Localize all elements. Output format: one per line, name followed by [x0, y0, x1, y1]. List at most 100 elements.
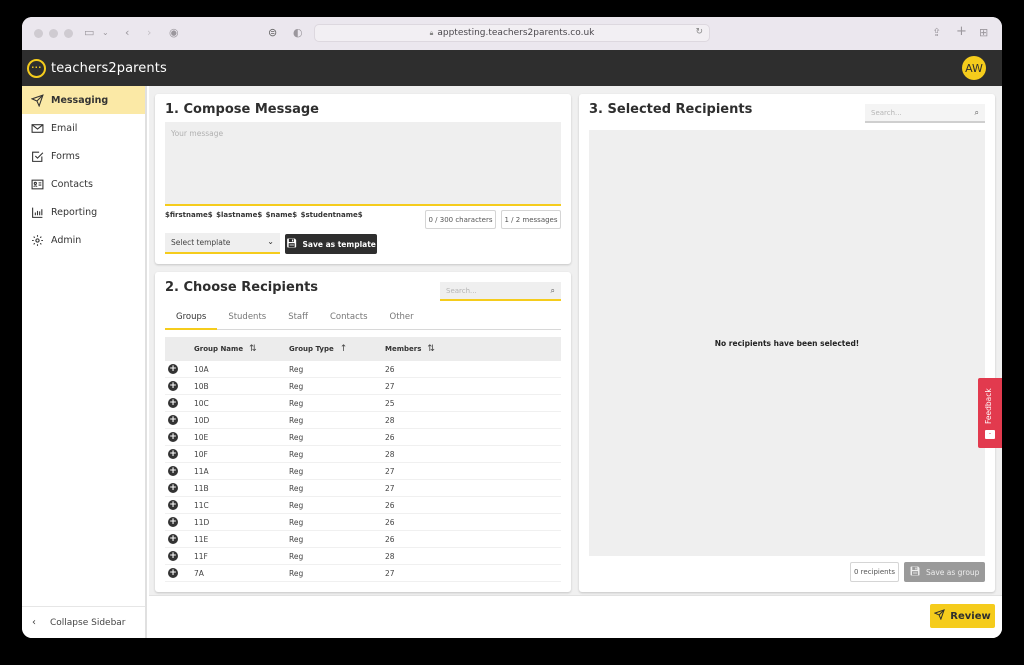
add-group-icon[interactable]: +: [168, 483, 178, 493]
search-icon[interactable]: ⌕: [551, 286, 555, 296]
sidebar-toggle-icon[interactable]: ▭: [84, 26, 94, 39]
add-group-icon[interactable]: +: [168, 398, 178, 408]
add-group-icon[interactable]: +: [168, 551, 178, 561]
review-button[interactable]: Review: [930, 604, 995, 628]
sort-ascending-icon[interactable]: ↑: [340, 344, 348, 354]
message-count: 1 / 2 messages: [501, 210, 561, 229]
tab-other[interactable]: Other: [379, 312, 425, 330]
members-cell: 26: [385, 433, 395, 442]
zoom-window-button[interactable]: [64, 29, 73, 38]
tab-groups[interactable]: Groups: [165, 312, 218, 330]
table-row: +11C Reg 26: [165, 497, 561, 514]
members-cell: 28: [385, 552, 395, 561]
group-type-cell: Reg: [289, 382, 304, 391]
send-icon: [933, 609, 946, 623]
sidebar-item-forms[interactable]: Forms: [22, 142, 145, 170]
save-icon: 💾︎: [286, 239, 298, 249]
chevron-down-icon[interactable]: ⌄: [102, 28, 109, 37]
feedback-tab[interactable]: Feedback ᵕ: [978, 378, 1002, 448]
group-type-cell: Reg: [289, 433, 304, 442]
close-window-button[interactable]: [34, 29, 43, 38]
group-type-cell: Reg: [289, 535, 304, 544]
sidebar-item-contacts[interactable]: Contacts: [22, 170, 145, 198]
save-icon: 💾︎: [909, 567, 921, 577]
lock-icon: 🔒︎: [429, 28, 434, 37]
address-bar[interactable]: 🔒︎ apptesting.teachers2parents.co.uk ↻: [314, 24, 710, 42]
new-tab-icon[interactable]: +: [956, 24, 967, 39]
send-icon: [30, 93, 44, 107]
add-group-icon[interactable]: +: [168, 500, 178, 510]
tab-staff[interactable]: Staff: [277, 312, 319, 330]
table-row: +10F Reg 28: [165, 446, 561, 463]
feedback-label: Feedback: [984, 388, 993, 424]
selected-recipients-title: 3. Selected Recipients: [589, 102, 753, 117]
sidebar: Messaging Email Forms Contacts Reporting: [22, 86, 147, 638]
message-input[interactable]: Your message: [165, 122, 561, 206]
add-group-icon[interactable]: +: [168, 364, 178, 374]
add-group-icon[interactable]: +: [168, 415, 178, 425]
search-placeholder: Search...: [446, 286, 477, 295]
share-icon[interactable]: ⇪: [932, 26, 941, 39]
group-type-cell: Reg: [289, 501, 304, 510]
column-label: Group Name: [194, 345, 244, 353]
chevron-down-icon: ⌄: [267, 237, 274, 246]
url-text: apptesting.teachers2parents.co.uk: [437, 28, 595, 38]
sort-icon[interactable]: ⇅: [427, 344, 435, 354]
add-group-icon[interactable]: +: [168, 381, 178, 391]
save-as-group-button[interactable]: 💾︎ Save as group: [904, 562, 985, 582]
collapse-sidebar-button[interactable]: ‹ Collapse Sidebar: [22, 606, 145, 638]
template-select[interactable]: Select template ⌄: [165, 233, 280, 254]
reload-icon[interactable]: ↻: [695, 27, 703, 37]
save-as-group-label: Save as group: [925, 567, 980, 577]
user-avatar[interactable]: AW: [962, 56, 986, 80]
column-group-type[interactable]: Group Type ↑: [289, 344, 347, 354]
add-group-icon[interactable]: +: [168, 432, 178, 442]
window-controls: [34, 29, 73, 38]
group-name-cell: 10D: [194, 416, 210, 425]
column-members[interactable]: Members ⇅: [385, 344, 435, 354]
privacy-icon[interactable]: ⊜: [268, 26, 277, 39]
group-type-cell: Reg: [289, 484, 304, 493]
sidebar-item-email[interactable]: Email: [22, 114, 145, 142]
add-group-icon[interactable]: +: [168, 466, 178, 476]
group-type-cell: Reg: [289, 416, 304, 425]
tab-students[interactable]: Students: [217, 312, 277, 330]
site-icon: ◉: [169, 26, 179, 39]
recipients-search-input[interactable]: Search... ⌕: [440, 282, 561, 301]
sidebar-item-label: Reporting: [51, 206, 98, 218]
sort-icon[interactable]: ⇅: [249, 344, 257, 354]
add-group-icon[interactable]: +: [168, 534, 178, 544]
back-icon[interactable]: ‹: [125, 26, 129, 39]
shield-icon[interactable]: ◐: [293, 26, 303, 39]
main-content: 1. Compose Message Your message $firstna…: [149, 86, 1002, 638]
empty-state-message: No recipients have been selected!: [714, 338, 860, 348]
add-group-icon[interactable]: +: [168, 568, 178, 578]
save-as-template-button[interactable]: 💾︎ Save as template: [285, 234, 377, 254]
sidebar-item-admin[interactable]: Admin: [22, 226, 145, 254]
save-as-template-label: Save as template: [302, 239, 376, 249]
sidebar-item-messaging[interactable]: Messaging: [22, 86, 145, 114]
tab-overview-icon[interactable]: ⊞: [979, 26, 988, 39]
recipient-count: 0 recipients: [850, 562, 899, 582]
selected-search-input[interactable]: Search... ⌕: [865, 104, 985, 123]
tab-contacts[interactable]: Contacts: [319, 312, 379, 330]
add-group-icon[interactable]: +: [168, 517, 178, 527]
group-type-cell: Reg: [289, 518, 304, 527]
search-icon[interactable]: ⌕: [975, 108, 979, 118]
template-select-value: Select template: [171, 238, 231, 247]
members-cell: 25: [385, 399, 395, 408]
add-group-icon[interactable]: +: [168, 449, 178, 459]
recipient-tabs: Groups Students Staff Contacts Other: [165, 312, 561, 330]
minimize-window-button[interactable]: [49, 29, 58, 38]
sidebar-item-label: Messaging: [51, 94, 109, 106]
selected-recipients-card: 3. Selected Recipients Search... ⌕ No re…: [579, 94, 995, 592]
character-count: 0 / 300 characters: [425, 210, 496, 229]
brand-name: teachers2parents: [51, 60, 167, 76]
sidebar-item-label: Admin: [51, 234, 82, 246]
column-group-name[interactable]: Group Name ⇅: [194, 344, 257, 354]
table-row: +10C Reg 25: [165, 395, 561, 412]
group-name-cell: 11A: [194, 467, 209, 476]
sidebar-item-reporting[interactable]: Reporting: [22, 198, 145, 226]
forward-icon[interactable]: ›: [147, 26, 151, 39]
browser-window: ▭ ⌄ ‹ › ◉ ⊜ ◐ 🔒︎ apptesting.teachers2par…: [22, 17, 1002, 638]
